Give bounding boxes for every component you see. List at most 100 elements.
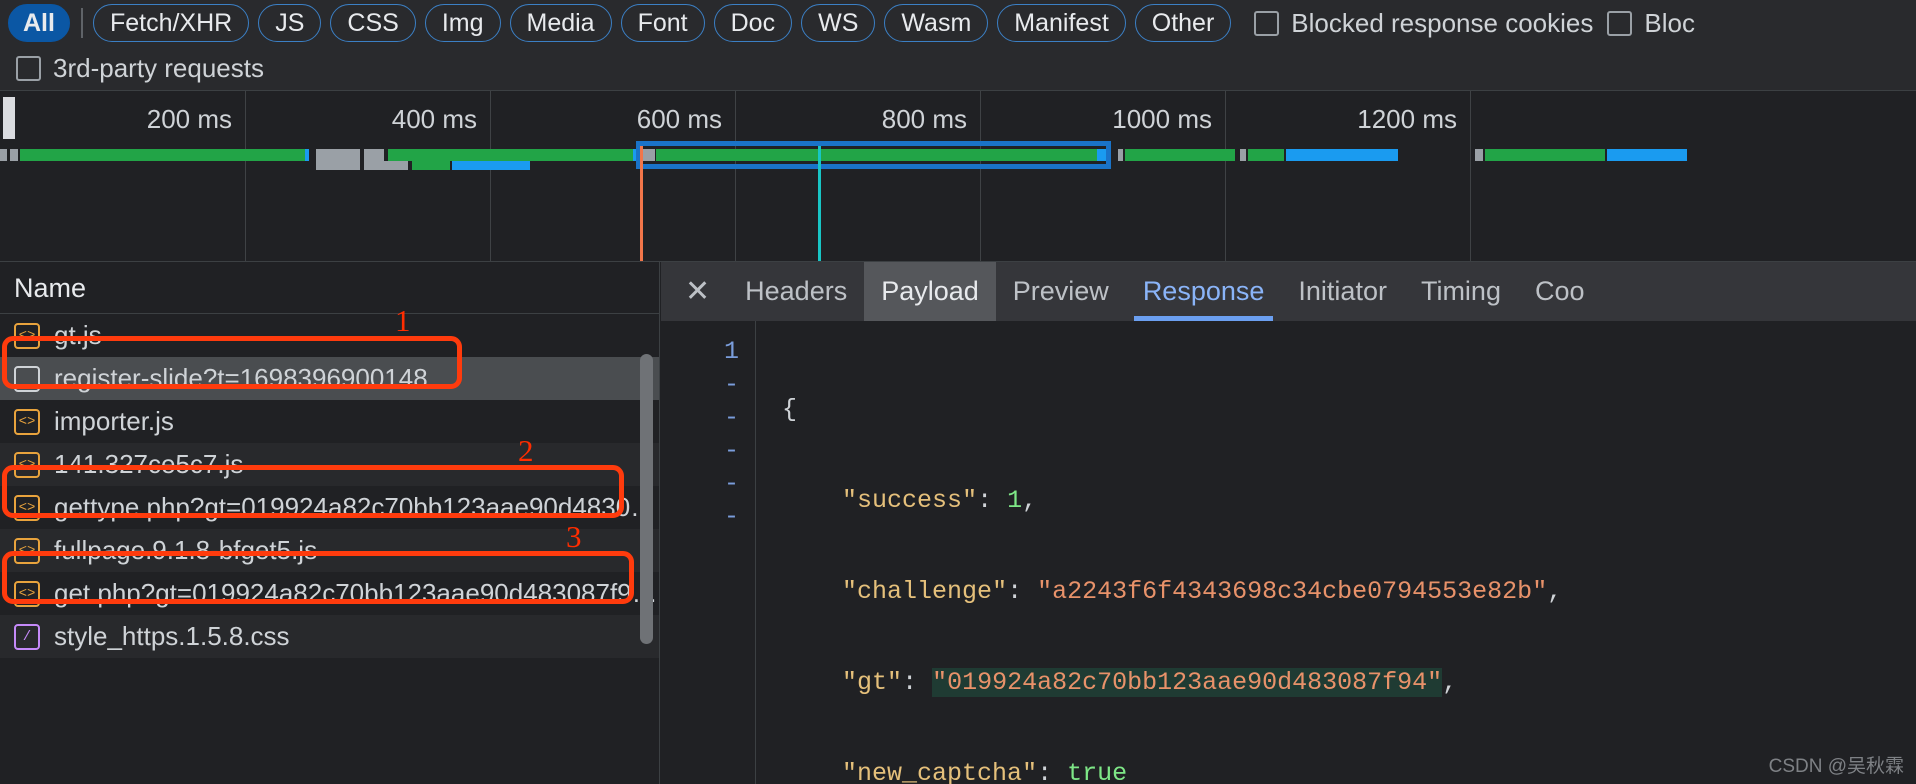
timeline-tick-label: 600 ms	[636, 104, 722, 134]
timeline-gridline	[490, 91, 491, 261]
filter-pill-label: Manifest	[1014, 9, 1109, 37]
request-list-scrollbar[interactable]	[640, 354, 653, 644]
filter-pill-other[interactable]: Other	[1134, 4, 1232, 42]
line-number: -	[723, 370, 739, 399]
line-number: -	[723, 436, 739, 465]
json-key: success	[857, 486, 963, 515]
annotation-number-3: 3	[566, 519, 582, 554]
filter-pill-js[interactable]: JS	[258, 4, 322, 42]
third-party-requests-checkbox-group[interactable]: 3rd-party requests	[16, 53, 264, 84]
timeline-gridline	[245, 91, 246, 261]
filter-pill-css[interactable]: CSS	[330, 4, 416, 42]
filter-pill-font[interactable]: Font	[620, 4, 705, 42]
network-overview-timeline[interactable]: 200 ms 400 ms 600 ms 800 ms 1000 ms 1200…	[0, 90, 1916, 262]
filter-pill-media[interactable]: Media	[509, 4, 612, 42]
request-rows: <> gt.js register-slide?t=1698396900148 …	[0, 314, 659, 658]
blocked-requests-checkbox-group[interactable]: Bloc	[1607, 8, 1695, 39]
network-lower-split: Name <> gt.js register-slide?t=169839690…	[0, 262, 1916, 784]
filter-pill-ws[interactable]: WS	[801, 4, 876, 42]
filter-pill-label: JS	[275, 9, 305, 37]
list-item[interactable]: <> 141.327ce5c7.js	[0, 443, 659, 486]
script-icon: <>	[14, 494, 40, 521]
tab-headers[interactable]: Headers	[728, 262, 864, 321]
filter-pill-label: All	[23, 9, 55, 37]
filter-pill-label: Doc	[730, 9, 776, 37]
third-party-requests-checkbox[interactable]	[16, 55, 41, 81]
stylesheet-icon: /	[14, 623, 40, 650]
dom-content-loaded-marker	[640, 146, 643, 261]
json-key: new_captcha	[857, 759, 1023, 784]
detail-tabbar: ✕ Headers Payload Preview Response Initi…	[661, 262, 1916, 321]
list-item[interactable]: <> gettype.php?gt=019924a82c70bb123aae90…	[0, 486, 659, 529]
timeline-tick-label: 200 ms	[146, 104, 232, 134]
request-name: 141.327ce5c7.js	[54, 449, 244, 479]
filter-pill-fetch-xhr[interactable]: Fetch/XHR	[92, 4, 250, 42]
blocked-response-cookies-checkbox[interactable]	[1254, 10, 1280, 36]
blocked-response-cookies-checkbox-group[interactable]: Blocked response cookies	[1254, 8, 1593, 39]
tab-preview[interactable]: Preview	[996, 262, 1126, 321]
script-icon: <>	[14, 537, 40, 564]
filter-pill-wasm[interactable]: Wasm	[884, 4, 989, 42]
timeline-gridline	[980, 91, 981, 261]
script-icon: <>	[14, 322, 40, 349]
devtools-network-panel: All Fetch/XHR JS CSS Img Media Font Doc …	[0, 0, 1916, 784]
blocked-requests-checkbox[interactable]	[1607, 10, 1633, 36]
tab-timing[interactable]: Timing	[1404, 262, 1518, 321]
filter-pill-label: CSS	[347, 9, 399, 37]
filter-pill-label: Img	[441, 9, 484, 37]
json-code: { "success": 1, "challenge": "a2243f6f43…	[756, 321, 1562, 784]
close-icon[interactable]: ✕	[677, 262, 728, 321]
filter-pill-img[interactable]: Img	[424, 4, 501, 42]
json-line-new-captcha: "new_captcha": true	[782, 757, 1562, 784]
filter-pill-doc[interactable]: Doc	[713, 4, 793, 42]
script-icon: <>	[14, 580, 40, 607]
filter-pill-label: Font	[637, 9, 688, 37]
json-key: gt	[857, 668, 888, 697]
timeline-gridline	[1470, 91, 1471, 261]
list-item[interactable]: <> gt.js	[0, 314, 659, 357]
line-number: -	[723, 403, 739, 432]
json-line-open: {	[782, 395, 798, 424]
timeline-tick-label: 1200 ms	[1357, 104, 1457, 134]
timeline-gridline	[735, 91, 736, 261]
script-icon: <>	[14, 451, 40, 478]
json-key: challenge	[857, 577, 993, 606]
json-value-highlighted: 019924a82c70bb123aae90d483087f94	[947, 668, 1428, 697]
filter-pill-label: WS	[818, 9, 859, 37]
third-party-requests-label: 3rd-party requests	[53, 52, 264, 83]
list-item[interactable]: <> fullpage.9.1.8-bfget5.js	[0, 529, 659, 572]
overview-selection-box[interactable]	[636, 141, 1111, 169]
response-body-viewer[interactable]: 1 - - - - - { "success": 1, "challenge":…	[661, 321, 1916, 784]
request-name: importer.js	[54, 406, 174, 436]
overview-left-grip[interactable]	[3, 97, 15, 139]
list-item[interactable]: <> importer.js	[0, 400, 659, 443]
list-item[interactable]: <> get.php?gt=019924a82c70bb123aae90d483…	[0, 572, 659, 615]
filter-pill-manifest[interactable]: Manifest	[997, 4, 1126, 42]
request-detail-pane: ✕ Headers Payload Preview Response Initi…	[661, 262, 1916, 784]
timeline-tick-label: 400 ms	[391, 104, 477, 134]
json-value: a2243f6f4343698c34cbe0794553e82b	[1052, 577, 1533, 606]
load-event-marker	[818, 146, 821, 261]
filter-pill-label: Wasm	[901, 9, 972, 37]
json-value: 1	[1007, 486, 1023, 515]
filter-pill-all[interactable]: All	[8, 4, 70, 42]
tab-initiator[interactable]: Initiator	[1281, 262, 1404, 321]
list-item[interactable]: / style_https.1.5.8.css	[0, 615, 659, 658]
tab-response[interactable]: Response	[1126, 262, 1282, 321]
json-line-gt: "gt": "019924a82c70bb123aae90d483087f94"…	[842, 668, 1458, 697]
request-name: gt.js	[54, 320, 102, 350]
filter-pill-label: Fetch/XHR	[109, 9, 233, 37]
list-item[interactable]: register-slide?t=1698396900148	[0, 357, 659, 400]
tab-cookies[interactable]: Coo	[1518, 262, 1602, 321]
request-name: get.php?gt=019924a82c70bb123aae90d483087…	[54, 578, 658, 608]
request-list-column-header[interactable]: Name	[0, 262, 659, 314]
annotation-number-2: 2	[518, 433, 534, 468]
request-name: style_https.1.5.8.css	[54, 621, 290, 651]
json-line-challenge: "challenge": "a2243f6f4343698c34cbe07945…	[842, 577, 1563, 606]
request-name: fullpage.9.1.8-bfget5.js	[54, 535, 318, 565]
line-number-gutter: 1 - - - - -	[661, 321, 756, 784]
line-number: -	[723, 502, 739, 531]
tab-payload[interactable]: Payload	[864, 262, 996, 321]
blocked-requests-label: Bloc	[1644, 7, 1695, 38]
timeline-tick-label: 1000 ms	[1112, 104, 1212, 134]
